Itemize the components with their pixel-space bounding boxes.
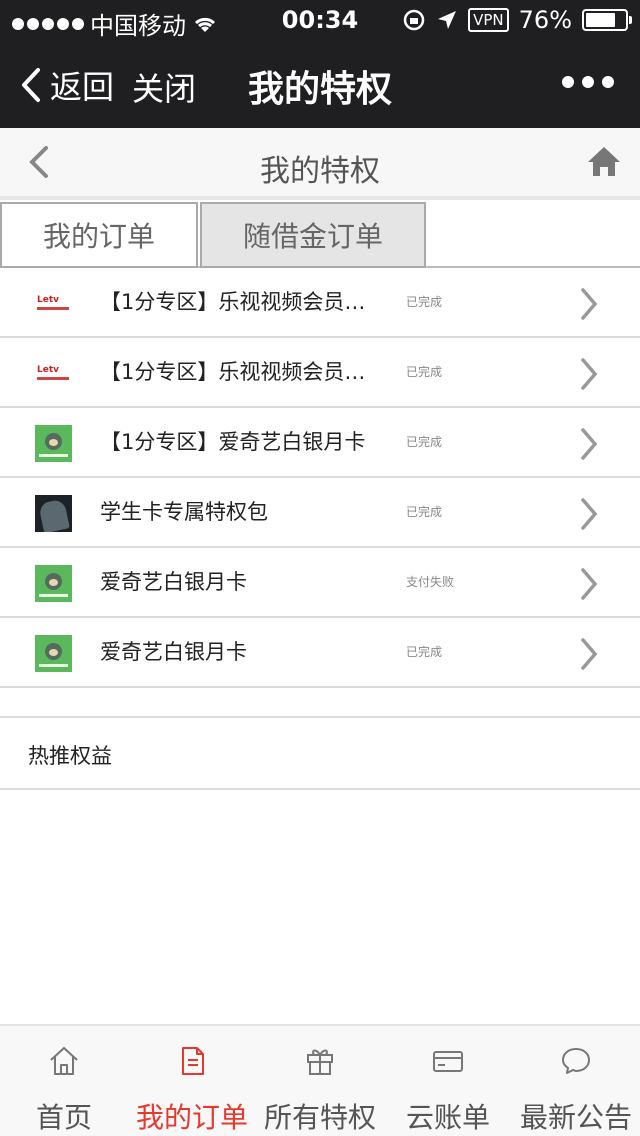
tabbar-label: 首页 bbox=[35, 1101, 92, 1134]
vpn-badge: VPN bbox=[468, 8, 509, 32]
letv-icon: Letv bbox=[35, 285, 72, 322]
status-right: VPN 76% bbox=[402, 6, 632, 34]
battery-icon bbox=[582, 9, 632, 31]
section-divider bbox=[0, 688, 640, 718]
battery-percent: 76% bbox=[518, 6, 572, 34]
letv-icon: Letv bbox=[35, 355, 72, 392]
order-name: 【1分专区】爱奇艺白银月卡 bbox=[100, 430, 366, 454]
order-name: 学生卡专属特权包 bbox=[100, 500, 268, 524]
page-title: 我的特权 bbox=[260, 154, 380, 189]
order-status: 支付失败 bbox=[406, 575, 455, 589]
order-name: 【1分专区】乐视视频会员月卡 bbox=[100, 360, 368, 384]
status-bar: 中国移动 00:34 VPN 76% bbox=[0, 0, 640, 40]
gift-icon bbox=[307, 1049, 333, 1075]
order-status: 已完成 bbox=[406, 505, 443, 519]
chevron-right-icon bbox=[581, 358, 598, 390]
bottom-tab-bar: 首页 我的订单 所有特权 云账单 最新公告 bbox=[0, 1024, 640, 1136]
chevron-right-icon bbox=[581, 498, 598, 530]
student-pack-icon bbox=[35, 495, 72, 532]
home-icon bbox=[588, 147, 620, 176]
order-name: 爱奇艺白银月卡 bbox=[100, 570, 247, 594]
rotation-lock-icon bbox=[403, 9, 425, 31]
order-name: 爱奇艺白银月卡 bbox=[100, 640, 247, 664]
iqiyi-icon bbox=[35, 635, 72, 672]
tab-loan-orders[interactable]: 随借金订单 bbox=[200, 202, 426, 268]
location-arrow-icon bbox=[438, 11, 457, 29]
list-item[interactable]: 【1分专区】爱奇艺白银月卡 已完成 bbox=[0, 408, 640, 478]
hot-benefits-section: 热推权益 bbox=[0, 720, 640, 790]
order-status: 已完成 bbox=[406, 365, 443, 379]
order-status: 已完成 bbox=[406, 645, 443, 659]
page-header: 我的特权 bbox=[0, 128, 640, 200]
tabbar-cloud-bill[interactable]: 云账单 bbox=[384, 1026, 512, 1136]
chevron-right-icon bbox=[581, 638, 598, 670]
tabbar-announcements[interactable]: 最新公告 bbox=[512, 1026, 640, 1136]
order-tabs: 我的订单 随借金订单 bbox=[0, 202, 640, 268]
order-name: 【1分专区】乐视视频会员月卡 bbox=[100, 290, 368, 314]
nav-title: 我的特权 bbox=[247, 69, 392, 110]
hot-benefits-title: 热推权益 bbox=[28, 744, 112, 768]
order-status: 已完成 bbox=[406, 295, 443, 309]
chevron-right-icon bbox=[581, 288, 598, 320]
chevron-right-icon bbox=[581, 428, 598, 460]
tab-my-orders[interactable]: 我的订单 bbox=[0, 202, 198, 268]
nav-bar: 返回 关闭 我的特权 bbox=[0, 40, 640, 128]
chevron-right-icon bbox=[581, 568, 598, 600]
order-status: 已完成 bbox=[406, 435, 443, 449]
home-icon bbox=[50, 1047, 78, 1075]
home-button[interactable] bbox=[586, 144, 622, 182]
list-item[interactable]: 爱奇艺白银月卡 已完成 bbox=[0, 618, 640, 688]
tabbar-label: 云账单 bbox=[405, 1101, 490, 1134]
tabbar-label: 所有特权 bbox=[263, 1101, 376, 1134]
tabbar-all-privileges[interactable]: 所有特权 bbox=[256, 1026, 384, 1136]
list-item[interactable]: 学生卡专属特权包 已完成 bbox=[0, 478, 640, 548]
list-item[interactable]: Letv 【1分专区】乐视视频会员月卡 已完成 bbox=[0, 268, 640, 338]
list-item[interactable]: Letv 【1分专区】乐视视频会员月卡 已完成 bbox=[0, 338, 640, 408]
tabbar-home[interactable]: 首页 bbox=[0, 1026, 128, 1136]
iqiyi-icon bbox=[35, 565, 72, 602]
tabbar-label: 我的订单 bbox=[135, 1101, 248, 1134]
iqiyi-icon bbox=[35, 425, 72, 462]
list-item[interactable]: 爱奇艺白银月卡 支付失败 bbox=[0, 548, 640, 618]
orders-icon bbox=[182, 1047, 204, 1075]
tabbar-label: 最新公告 bbox=[519, 1101, 632, 1134]
order-list: Letv 【1分专区】乐视视频会员月卡 已完成 Letv 【1分专区】乐视视频会… bbox=[0, 268, 640, 688]
more-options-button[interactable] bbox=[562, 76, 614, 88]
tabbar-my-orders[interactable]: 我的订单 bbox=[128, 1026, 256, 1136]
chat-bubble-icon bbox=[562, 1048, 590, 1074]
card-icon bbox=[433, 1051, 463, 1072]
